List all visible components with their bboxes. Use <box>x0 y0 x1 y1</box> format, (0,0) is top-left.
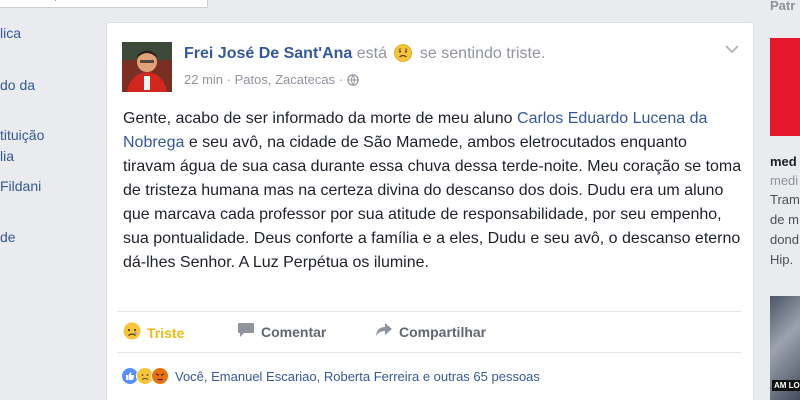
feeling-prefix: está <box>356 45 388 62</box>
comment-button[interactable]: Comentar <box>237 322 326 341</box>
sad-reaction-icon <box>123 322 141 343</box>
feeling-text: se sentindo triste. <box>419 45 546 62</box>
sponsored-image[interactable] <box>770 38 800 136</box>
left-nav: ▼ lica do da tituição lia Fildani de <box>0 0 208 400</box>
share-arrow-icon <box>375 322 393 341</box>
post-meta: 22 min · Patos, Zacatecas · <box>184 72 359 89</box>
right-sidebar: Patr med medi Tram de m dond Hip. AM LOF <box>762 0 800 400</box>
caret-down-icon: ▼ <box>51 0 60 3</box>
left-nav-item[interactable]: tituição <box>0 126 44 144</box>
avatar-portrait <box>122 42 172 92</box>
comment-label: Comentar <box>261 323 327 340</box>
meta-separator-dot: · <box>338 72 347 87</box>
react-button[interactable]: Triste <box>123 322 184 343</box>
author-name[interactable]: Frei José De Sant'Ana <box>184 45 352 62</box>
sponsored-thumbnail[interactable]: AM LOF <box>770 296 800 400</box>
left-nav-item[interactable]: do da <box>0 76 35 94</box>
meta-separator-dot: · <box>226 72 235 87</box>
sad-face-icon <box>394 44 413 67</box>
angry-reaction-icon <box>151 367 169 385</box>
sponsored-description-line: Tram <box>770 192 800 207</box>
share-button[interactable]: Compartilhar <box>375 322 486 341</box>
thumbnail-label: AM LOF <box>772 380 800 391</box>
left-nav-item[interactable]: lia <box>0 147 14 165</box>
left-top-field[interactable]: ▼ <box>0 0 208 8</box>
sponsored-description-line: dond <box>770 232 799 247</box>
sponsored-title[interactable]: med <box>770 154 797 170</box>
react-label: Triste <box>147 324 185 341</box>
post-location[interactable]: Patos, Zacatecas <box>235 72 335 87</box>
left-nav-item[interactable]: Fildani <box>0 177 41 195</box>
author-avatar[interactable] <box>122 42 172 92</box>
sponsored-description-line: de m <box>770 212 799 227</box>
right-sidebar-header: Patr <box>770 0 796 13</box>
post-time[interactable]: 22 min <box>184 72 223 87</box>
reactions-summary[interactable]: Você, Emanuel Escariao, Roberta Ferreira… <box>121 367 540 385</box>
globe-icon[interactable] <box>346 74 359 89</box>
sponsored-description-line: Hip. <box>770 252 794 267</box>
author-line: Frei José De Sant'Ana está se sentindo t… <box>184 44 545 67</box>
left-nav-item[interactable]: lica <box>0 24 21 42</box>
comment-icon <box>237 322 255 341</box>
post-body: Gente, acabo de ser informado da morte d… <box>123 107 743 275</box>
sponsored-domain[interactable]: medi <box>770 173 798 189</box>
post-action-bar: Triste Comentar Compartilhar <box>117 311 741 353</box>
share-label: Compartilhar <box>399 323 487 340</box>
post-text-rest: e seu avô, na cidade de São Mamede, ambo… <box>123 134 742 271</box>
post-text-start: Gente, acabo de ser informado da morte d… <box>123 110 518 127</box>
post-options-chevron-icon[interactable] <box>725 43 739 57</box>
reactions-summary-text: Você, Emanuel Escariao, Roberta Ferreira… <box>175 368 540 384</box>
left-nav-item[interactable]: de <box>0 228 16 246</box>
post-card: Frei José De Sant'Ana está se sentindo t… <box>106 22 754 400</box>
